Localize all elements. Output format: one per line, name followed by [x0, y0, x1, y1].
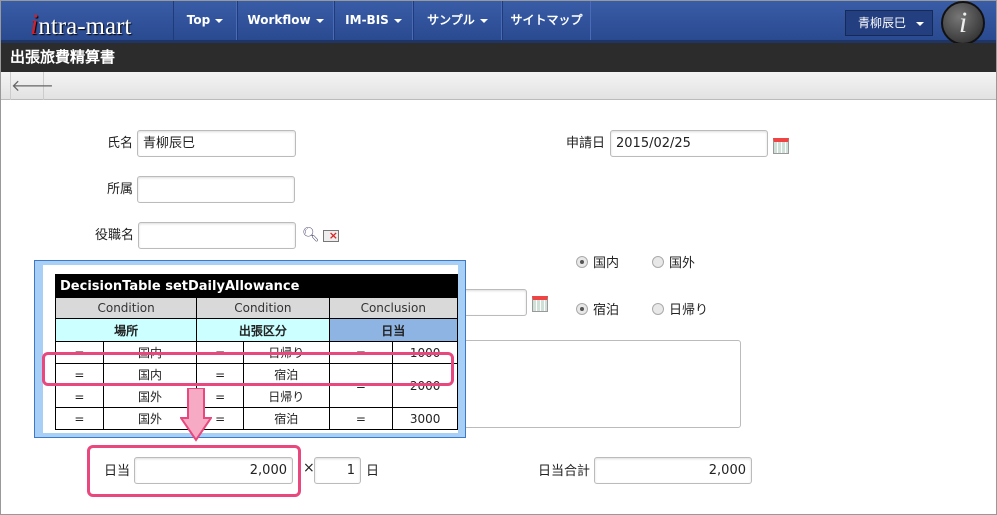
times-sign: × [303, 460, 315, 476]
nav-label: IM-BIS [345, 13, 389, 27]
table-row: = 国外 = 宿泊 = 3000 [55, 407, 458, 430]
radio-label: 宿泊 [593, 303, 620, 318]
dept-input[interactable] [137, 176, 295, 203]
date-input[interactable]: 2015/02/25 [610, 130, 768, 157]
header-cell: 場所 [54, 318, 198, 342]
total-label: 日当合計 [537, 464, 590, 479]
calendar-icon[interactable] [773, 138, 789, 154]
days-unit: 日 [366, 464, 380, 479]
top-nav: intra-mart Top Workflow IM-BIS サンプル サイトマ… [0, 0, 997, 45]
name-input[interactable]: 青柳辰巳 [137, 130, 296, 157]
cell: = [55, 385, 104, 408]
nav-im-bis[interactable]: IM-BIS [334, 0, 413, 40]
highlight-row-box [42, 352, 454, 386]
radio-domestic[interactable]: 国内 [576, 252, 619, 271]
kind-cell: Condition [54, 297, 198, 319]
nav-label: サンプル [427, 13, 475, 27]
daily-label: 日当 [103, 464, 130, 479]
radio-overnight[interactable]: 宿泊 [576, 299, 619, 318]
caret-down-icon [393, 18, 402, 23]
cell: 宿泊 [242, 407, 330, 430]
nav-workflow[interactable]: Workflow [237, 0, 334, 40]
position-input[interactable] [138, 222, 296, 249]
kind-cell: Condition [196, 297, 330, 319]
nav-label: Top [186, 13, 211, 27]
user-menu[interactable]: 青柳辰巳 [845, 10, 933, 36]
caret-down-icon [215, 18, 224, 23]
kind-cell: Conclusion [328, 297, 459, 319]
decision-table-title: DecisionTable setDailyAllowance [55, 274, 458, 298]
date-label: 申請日 [565, 136, 605, 151]
radio-daytrip[interactable]: 日帰り [652, 299, 708, 318]
nav-label: サイトマップ [510, 13, 583, 27]
decision-table-panel: DecisionTable setDailyAllowance Conditio… [43, 265, 459, 433]
search-icon[interactable]: 🔍︎ [302, 227, 320, 243]
clear-icon[interactable]: × [323, 230, 339, 242]
back-arrow-icon[interactable]: 🡐 [10, 72, 54, 100]
down-arrow-icon [180, 388, 212, 442]
total-input[interactable]: 2,000 [594, 457, 752, 484]
header-cell: 日当 [328, 318, 459, 342]
page-title: 出張旅費精算書 [1, 43, 996, 72]
info-icon[interactable]: i [941, 1, 985, 45]
radio-label: 国外 [669, 256, 696, 271]
daily-input[interactable]: 2,000 [134, 457, 293, 484]
dept-label: 所属 [106, 182, 133, 197]
toolbar: 🡐 [1, 72, 996, 100]
caret-down-icon [916, 22, 924, 26]
radio-label: 国内 [593, 256, 620, 271]
intra-mart-logo[interactable]: intra-mart [30, 8, 131, 42]
nav-sample[interactable]: サンプル [413, 0, 502, 40]
name-label: 氏名 [106, 136, 133, 151]
caret-down-icon [479, 18, 488, 23]
caret-down-icon [315, 18, 324, 23]
calendar-icon[interactable] [532, 296, 548, 312]
nav-sitemap[interactable]: サイトマップ [502, 0, 591, 40]
radio-label: 日帰り [669, 303, 709, 318]
cell: = [328, 407, 394, 430]
radio-overseas[interactable]: 国外 [652, 252, 695, 271]
radio-dot [652, 303, 664, 315]
cell: 日帰り [242, 385, 330, 408]
cell: = [55, 407, 104, 430]
remarks-textarea[interactable] [450, 340, 741, 428]
days-input[interactable]: 1 [314, 457, 361, 484]
user-name: 青柳辰巳 [858, 16, 907, 30]
cell: 3000 [392, 407, 458, 430]
radio-dot [652, 256, 664, 268]
position-label: 役職名 [94, 228, 134, 243]
header-cell: 出張区分 [196, 318, 330, 342]
radio-dot [576, 303, 588, 315]
decision-table-overlay: DecisionTable setDailyAllowance Conditio… [34, 260, 466, 438]
nav-label: Workflow [247, 13, 311, 27]
radio-dot [576, 256, 588, 268]
nav-top[interactable]: Top [173, 0, 237, 40]
